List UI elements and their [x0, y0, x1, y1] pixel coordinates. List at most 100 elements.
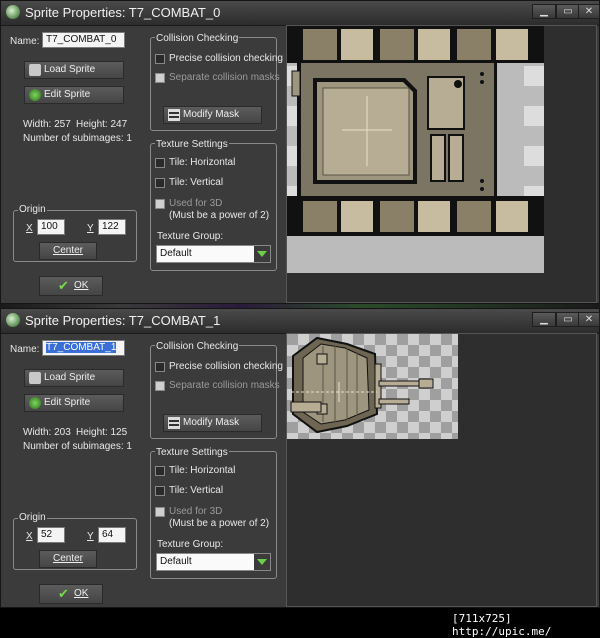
- origin-x-label: X: [26, 531, 33, 542]
- name-label: Name:: [10, 344, 40, 355]
- texture-group-label: Texture Group:: [157, 539, 224, 550]
- minimize-button[interactable]: ▁: [532, 4, 556, 19]
- minimize-icon: ▁: [540, 6, 548, 17]
- check-icon: ✔: [58, 586, 69, 601]
- app-icon: [6, 313, 20, 327]
- modify-mask-label: Modify Mask: [183, 417, 240, 428]
- edit-sprite-label: Edit Sprite: [44, 397, 91, 408]
- mask-icon: [168, 109, 180, 121]
- power2-note: (Must be a power of 2): [169, 210, 270, 221]
- origin-group: Origin X 100 Y 122 Center: [13, 204, 137, 262]
- dropdown-arrow-icon: [254, 246, 270, 262]
- close-button[interactable]: ✕: [578, 312, 600, 327]
- maximize-icon: ▭: [563, 314, 573, 325]
- tile-vertical-label: Tile: Vertical: [169, 485, 224, 496]
- center-button[interactable]: Center: [39, 242, 97, 260]
- edit-sprite-icon: [29, 397, 41, 409]
- subimages-text: Number of subimages: 1: [23, 133, 132, 144]
- separate-label: Separate collision masks: [169, 380, 280, 391]
- minimize-icon: ▁: [540, 314, 548, 325]
- minimize-button[interactable]: ▁: [532, 312, 556, 327]
- maximize-button[interactable]: ▭: [556, 312, 580, 327]
- tile-horizontal-checkbox[interactable]: [155, 466, 165, 476]
- edit-sprite-button[interactable]: Edit Sprite: [24, 86, 124, 104]
- origin-x-field[interactable]: 52: [37, 527, 65, 543]
- separate-checkbox[interactable]: [155, 73, 165, 83]
- tile-vertical-checkbox[interactable]: [155, 486, 165, 496]
- load-sprite-button[interactable]: Load Sprite: [24, 61, 124, 79]
- tile-vertical-checkbox[interactable]: [155, 178, 165, 188]
- precise-checkbox[interactable]: [155, 362, 165, 372]
- load-sprite-icon: [29, 372, 41, 384]
- texture-group-label: Texture Group:: [157, 231, 224, 242]
- sprite-preview: [286, 25, 597, 303]
- tile-horizontal-label: Tile: Horizontal: [169, 157, 236, 168]
- modify-mask-label: Modify Mask: [183, 109, 240, 120]
- sprite-image: [287, 334, 458, 439]
- texture-group: Texture Settings Tile: Horizontal Tile: …: [150, 139, 277, 271]
- width-text: Width: 203: [23, 427, 71, 438]
- collision-title: Collision Checking: [155, 33, 240, 44]
- tile-horizontal-checkbox[interactable]: [155, 158, 165, 168]
- check-icon: ✔: [58, 278, 69, 293]
- origin-y-field[interactable]: 122: [98, 219, 126, 235]
- separate-label: Separate collision masks: [169, 72, 280, 83]
- texture-group-select[interactable]: Default: [156, 245, 271, 263]
- name-field[interactable]: T7_COMBAT_0: [42, 32, 125, 48]
- edit-sprite-label: Edit Sprite: [44, 89, 91, 100]
- origin-label: Origin: [18, 204, 47, 215]
- precise-label: Precise collision checking: [169, 53, 283, 64]
- used-3d-checkbox[interactable]: [155, 199, 165, 209]
- origin-y-field[interactable]: 64: [98, 527, 126, 543]
- origin-x-label: X: [26, 223, 33, 234]
- collision-title: Collision Checking: [155, 341, 240, 352]
- used-3d-label: Used for 3D: [169, 198, 223, 209]
- precise-checkbox[interactable]: [155, 54, 165, 64]
- load-sprite-button[interactable]: Load Sprite: [24, 369, 124, 387]
- ok-button[interactable]: ✔ OK: [39, 276, 103, 296]
- modify-mask-button[interactable]: Modify Mask: [163, 106, 262, 124]
- close-icon: ✕: [584, 6, 594, 17]
- texture-title: Texture Settings: [155, 447, 229, 458]
- texture-title: Texture Settings: [155, 139, 229, 150]
- separate-checkbox[interactable]: [155, 381, 165, 391]
- name-field[interactable]: T7_COMBAT_1: [42, 340, 125, 356]
- name-value: T7_COMBAT_1: [46, 342, 117, 353]
- center-label: Center: [52, 245, 83, 256]
- app-icon: [6, 5, 20, 19]
- edit-sprite-icon: [29, 89, 41, 101]
- tile-vertical-label: Tile: Vertical: [169, 177, 224, 188]
- origin-y-label: Y: [87, 531, 94, 542]
- mask-icon: [168, 417, 180, 429]
- edit-sprite-button[interactable]: Edit Sprite: [24, 394, 124, 412]
- ok-button[interactable]: ✔ OK: [39, 584, 103, 604]
- sprite-preview: [286, 333, 597, 607]
- sprite-image: [287, 26, 544, 273]
- window-title: Sprite Properties: T7_COMBAT_1: [25, 313, 221, 328]
- close-button[interactable]: ✕: [578, 4, 600, 19]
- load-sprite-label: Load Sprite: [44, 372, 96, 383]
- modify-mask-button[interactable]: Modify Mask: [163, 414, 262, 432]
- texture-group-select[interactable]: Default: [156, 553, 271, 571]
- width-text: Width: 257: [23, 119, 71, 130]
- close-icon: ✕: [584, 314, 594, 325]
- sprite-properties-window-0: Sprite Properties: T7_COMBAT_0 ▁ ▭ ✕ Nam…: [0, 0, 600, 304]
- power2-note: (Must be a power of 2): [169, 518, 270, 529]
- title-bar[interactable]: Sprite Properties: T7_COMBAT_1 ▁ ▭ ✕: [1, 309, 600, 334]
- texture-group: Texture Settings Tile: Horizontal Tile: …: [150, 447, 277, 579]
- name-label: Name:: [10, 36, 40, 47]
- used-3d-checkbox[interactable]: [155, 507, 165, 517]
- ok-label: OK: [74, 588, 89, 599]
- center-button[interactable]: Center: [39, 550, 97, 568]
- window-title: Sprite Properties: T7_COMBAT_0: [25, 5, 221, 20]
- origin-group: Origin X 52 Y 64 Center: [13, 512, 137, 570]
- origin-y-value: 64: [102, 529, 114, 540]
- load-sprite-icon: [29, 64, 41, 76]
- used-3d-label: Used for 3D: [169, 506, 223, 517]
- origin-y-value: 122: [102, 221, 119, 232]
- height-text: Height: 247: [76, 119, 128, 130]
- maximize-button[interactable]: ▭: [556, 4, 580, 19]
- origin-x-field[interactable]: 100: [37, 219, 65, 235]
- collision-group: Collision Checking Precise collision che…: [150, 341, 283, 439]
- title-bar[interactable]: Sprite Properties: T7_COMBAT_0 ▁ ▭ ✕: [1, 1, 600, 26]
